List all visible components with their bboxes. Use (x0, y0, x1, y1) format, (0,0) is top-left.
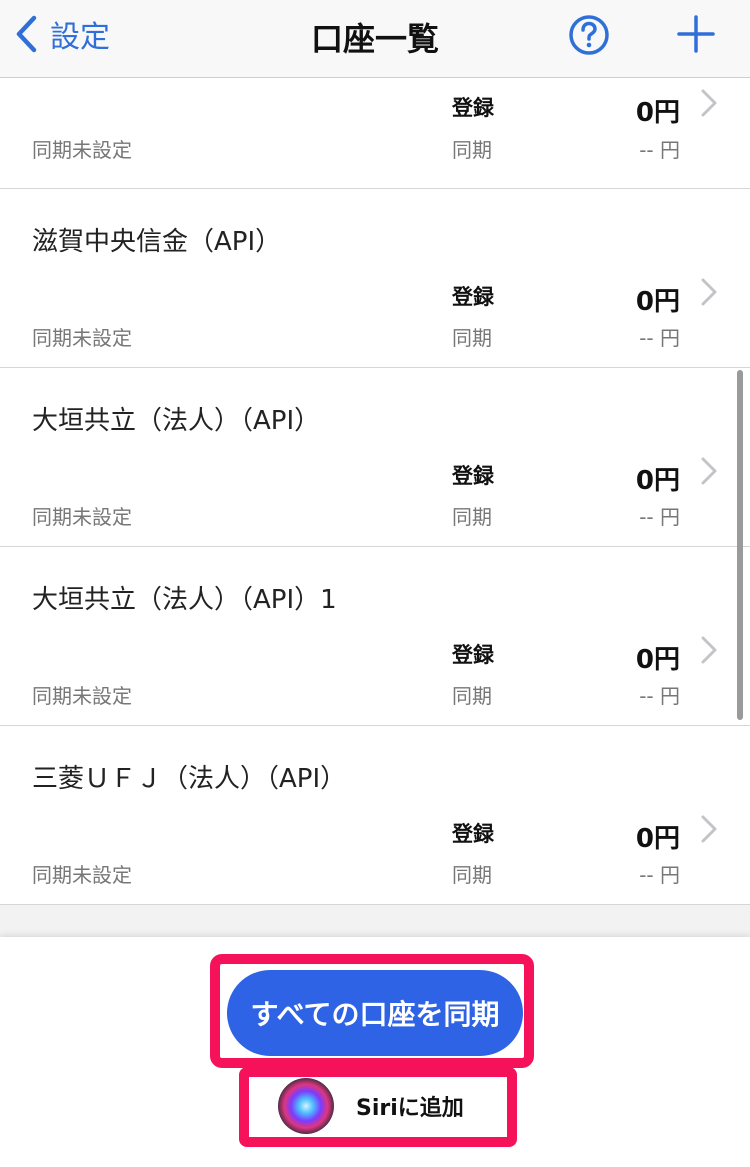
bottom-action-panel: すべての口座を同期 Siriに追加 (0, 937, 750, 1167)
help-circle-icon (569, 15, 609, 55)
sync-status: 同期未設定 (32, 863, 132, 887)
registered-label: 登録 (452, 822, 494, 846)
account-name: 三菱ＵＦＪ（法人）（API） (32, 764, 347, 794)
registered-amount: 0円 (635, 824, 680, 854)
help-button[interactable] (568, 14, 610, 56)
account-row-partial (0, 905, 750, 937)
add-to-siri-button[interactable]: Siriに追加 (258, 1075, 500, 1137)
scrollbar[interactable] (737, 370, 743, 720)
account-name: 滋賀中央信金（API） (32, 227, 282, 257)
registered-label: 登録 (452, 285, 494, 309)
screen: 設定 口座一覧 登録 0円 同期未設定 同期 -- 円 滋賀中央信金（API） … (0, 0, 750, 1167)
sync-status: 同期未設定 (32, 138, 132, 162)
registered-label: 登録 (452, 96, 494, 120)
registered-amount: 0円 (635, 645, 680, 675)
sync-label: 同期 (452, 505, 492, 529)
account-name: 大垣共立（法人）（API） (32, 406, 321, 436)
sync-label: 同期 (452, 863, 492, 887)
sync-label: 同期 (452, 684, 492, 708)
account-row[interactable]: 三菱ＵＦＪ（法人）（API） 登録 0円 同期未設定 同期 -- 円 (0, 726, 750, 905)
chevron-right-icon (701, 636, 717, 664)
registered-amount: 0円 (635, 98, 680, 128)
sync-status: 同期未設定 (32, 684, 132, 708)
page-title: 口座一覧 (310, 20, 439, 58)
sync-label: 同期 (452, 326, 492, 350)
add-to-siri-label: Siriに追加 (356, 1096, 464, 1121)
chevron-right-icon (701, 815, 717, 843)
sync-amount: -- 円 (639, 326, 680, 350)
add-account-button[interactable] (676, 14, 716, 54)
account-row[interactable]: 登録 0円 同期未設定 同期 -- 円 (0, 79, 750, 189)
sync-all-accounts-button[interactable]: すべての口座を同期 (227, 970, 523, 1056)
sync-label: 同期 (452, 138, 492, 162)
registered-label: 登録 (452, 643, 494, 667)
account-row[interactable]: 大垣共立（法人）（API） 登録 0円 同期未設定 同期 -- 円 (0, 368, 750, 547)
account-row[interactable]: 大垣共立（法人）（API）1 登録 0円 同期未設定 同期 -- 円 (0, 547, 750, 726)
sync-amount: -- 円 (639, 505, 680, 529)
sync-amount: -- 円 (639, 138, 680, 162)
account-name: 大垣共立（法人）（API）1 (32, 585, 337, 615)
chevron-right-icon (701, 89, 717, 117)
sync-status: 同期未設定 (32, 326, 132, 350)
plus-icon (677, 15, 715, 53)
sync-amount: -- 円 (639, 863, 680, 887)
siri-icon (278, 1078, 334, 1134)
account-list: 登録 0円 同期未設定 同期 -- 円 滋賀中央信金（API） 登録 0円 同期… (0, 79, 750, 905)
sync-amount: -- 円 (639, 684, 680, 708)
account-row[interactable]: 滋賀中央信金（API） 登録 0円 同期未設定 同期 -- 円 (0, 189, 750, 368)
registered-amount: 0円 (635, 466, 680, 496)
navigation-bar: 設定 口座一覧 (0, 0, 750, 78)
sync-status: 同期未設定 (32, 505, 132, 529)
registered-amount: 0円 (635, 287, 680, 317)
chevron-right-icon (701, 278, 717, 306)
chevron-right-icon (701, 457, 717, 485)
registered-label: 登録 (452, 464, 494, 488)
